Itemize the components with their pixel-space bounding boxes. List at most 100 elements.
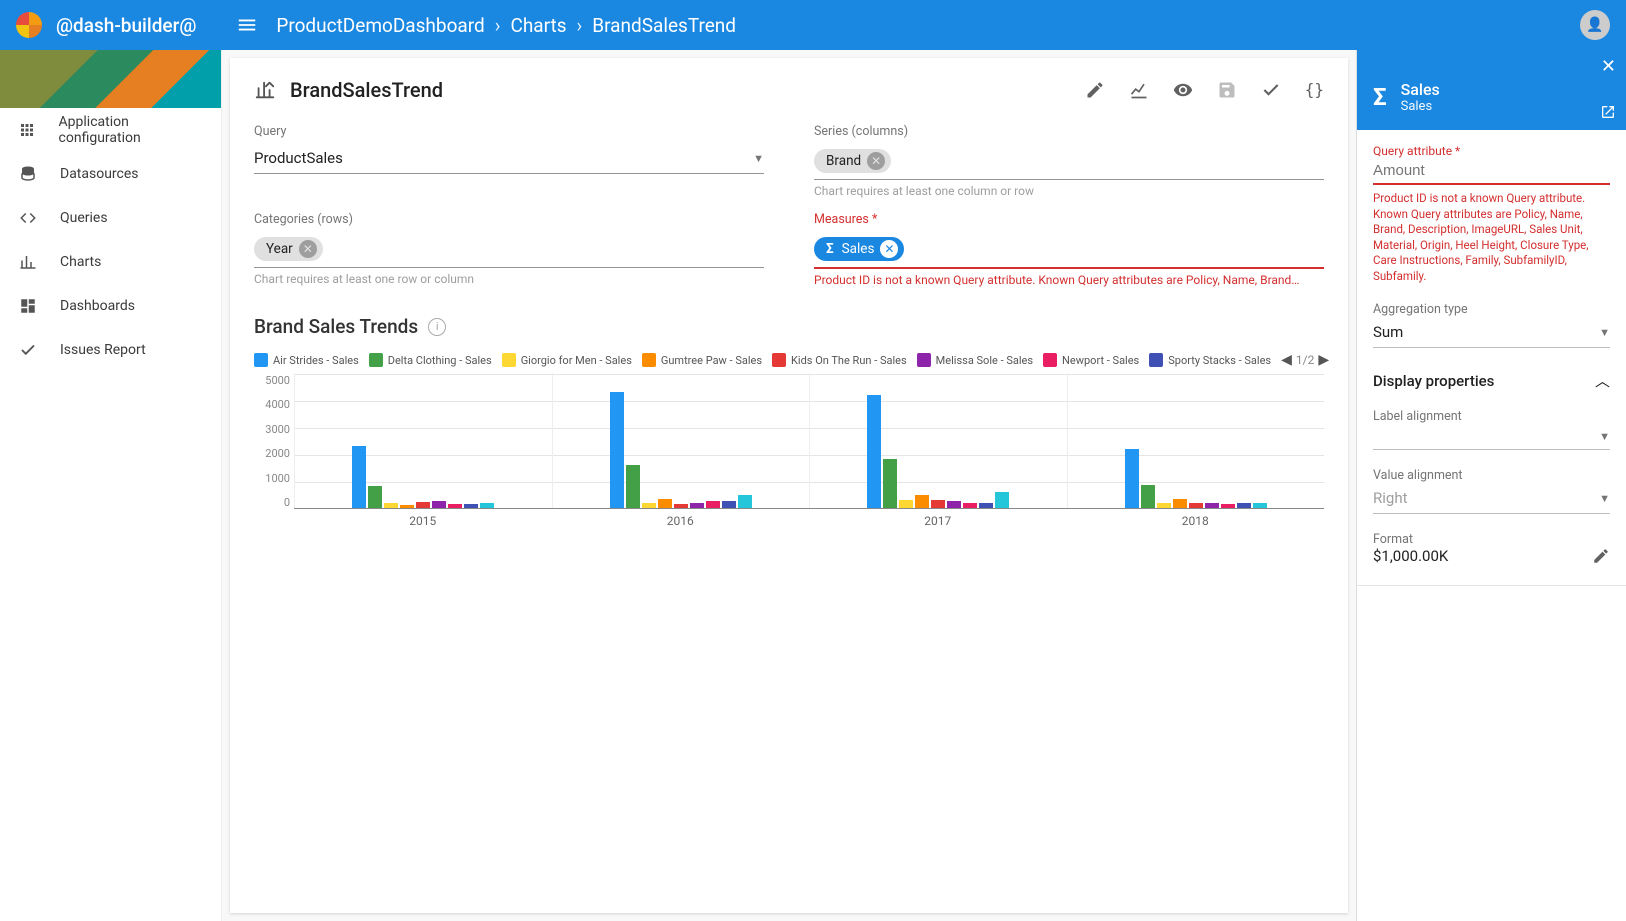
aggregation-select[interactable]: Sum ▼ bbox=[1373, 317, 1610, 348]
card-title: BrandSalesTrend bbox=[290, 78, 443, 102]
check-icon bbox=[18, 341, 38, 359]
bar[interactable] bbox=[352, 446, 366, 508]
bar[interactable] bbox=[1253, 503, 1267, 508]
json-button[interactable]: {} bbox=[1305, 80, 1324, 100]
chip-label: Sales bbox=[842, 241, 875, 257]
bar[interactable] bbox=[448, 504, 462, 508]
legend-item[interactable]: Giorgio for Men - Sales bbox=[502, 353, 632, 367]
measures-label: Measures bbox=[814, 212, 1324, 227]
remove-chip-icon[interactable]: ✕ bbox=[867, 152, 885, 170]
bar-chart-icon bbox=[254, 79, 276, 101]
display-properties-toggle[interactable]: Display properties ︿ bbox=[1373, 370, 1610, 391]
avatar[interactable]: 👤 bbox=[1580, 10, 1610, 40]
chevron-down-icon: ▼ bbox=[753, 152, 764, 165]
bar[interactable] bbox=[867, 395, 881, 508]
breadcrumb-leaf[interactable]: BrandSalesTrend bbox=[592, 14, 736, 37]
bar[interactable] bbox=[1189, 503, 1203, 508]
bar[interactable] bbox=[464, 504, 478, 508]
bar[interactable] bbox=[432, 501, 446, 508]
query-attr-input[interactable] bbox=[1373, 158, 1610, 185]
bar[interactable] bbox=[1221, 504, 1235, 508]
bar[interactable] bbox=[1125, 449, 1139, 508]
bar[interactable] bbox=[995, 492, 1009, 508]
value-align-label: Value alignment bbox=[1373, 468, 1610, 483]
bar[interactable] bbox=[610, 392, 624, 508]
edit-format-icon[interactable] bbox=[1592, 547, 1610, 565]
preview-button[interactable] bbox=[1173, 80, 1193, 100]
chart-editor-card: BrandSalesTrend {} Query ProductSales ▼ … bbox=[230, 58, 1348, 913]
legend-item[interactable]: Sporty Stacks - Sales bbox=[1149, 353, 1271, 367]
sidebar-item-dashboards[interactable]: Dashboards bbox=[0, 284, 221, 328]
legend-item[interactable]: Delta Clothing - Sales bbox=[369, 353, 492, 367]
legend-item[interactable]: Melissa Sole - Sales bbox=[917, 353, 1033, 367]
pager-prev-icon[interactable]: ◀ bbox=[1281, 352, 1292, 368]
open-external-icon[interactable] bbox=[1600, 104, 1616, 120]
chart-plot: 500040003000200010000 2015201620172018 bbox=[294, 374, 1324, 554]
bar[interactable] bbox=[368, 486, 382, 508]
breadcrumb-root[interactable]: ProductDemoDashboard bbox=[276, 14, 484, 37]
bar[interactable] bbox=[899, 500, 913, 508]
bar[interactable] bbox=[1157, 503, 1171, 508]
bar[interactable] bbox=[931, 500, 945, 508]
bar[interactable] bbox=[1141, 485, 1155, 508]
bar[interactable] bbox=[738, 495, 752, 509]
bar[interactable] bbox=[674, 504, 688, 508]
sidebar-banner bbox=[0, 50, 221, 108]
label-align-select[interactable]: ▼ bbox=[1373, 424, 1610, 450]
bar[interactable] bbox=[979, 503, 993, 508]
bar[interactable] bbox=[947, 501, 961, 508]
series-chip[interactable]: Brand ✕ bbox=[814, 149, 891, 173]
query-select[interactable]: ProductSales ▼ bbox=[254, 143, 764, 174]
close-panel-icon[interactable]: ✕ bbox=[1601, 56, 1616, 77]
bar[interactable] bbox=[416, 502, 430, 508]
bar[interactable] bbox=[642, 503, 656, 508]
info-icon[interactable]: i bbox=[428, 318, 446, 336]
value-align-select[interactable]: Right ▼ bbox=[1373, 483, 1610, 514]
bar[interactable] bbox=[626, 465, 640, 508]
remove-chip-icon[interactable]: ✕ bbox=[299, 240, 317, 258]
validate-button[interactable] bbox=[1261, 80, 1281, 100]
bar[interactable] bbox=[1173, 499, 1187, 508]
divider bbox=[1357, 585, 1626, 586]
dashboard-icon bbox=[18, 297, 38, 315]
legend-item[interactable]: Air Strides - Sales bbox=[254, 353, 359, 367]
save-button bbox=[1217, 80, 1237, 100]
categories-field[interactable]: Year ✕ bbox=[254, 231, 764, 268]
sidebar-item-app-config[interactable]: Application configuration bbox=[0, 108, 221, 152]
remove-chip-icon[interactable]: ✕ bbox=[880, 240, 898, 258]
legend-item[interactable]: Kids On The Run - Sales bbox=[772, 353, 907, 367]
section-header-label: Display properties bbox=[1373, 372, 1494, 390]
measures-chip[interactable]: Σ Sales ✕ bbox=[814, 237, 904, 261]
legend-swatch bbox=[502, 353, 516, 367]
chevron-right-icon: › bbox=[495, 14, 501, 37]
menu-icon[interactable] bbox=[236, 14, 258, 36]
legend-item[interactable]: Newport - Sales bbox=[1043, 353, 1139, 367]
bar[interactable] bbox=[883, 459, 897, 508]
bar[interactable] bbox=[480, 503, 494, 508]
sidebar-item-charts[interactable]: Charts bbox=[0, 240, 221, 284]
sidebar-item-issues[interactable]: Issues Report bbox=[0, 328, 221, 372]
bar[interactable] bbox=[658, 499, 672, 508]
sidebar-item-datasources[interactable]: Datasources bbox=[0, 152, 221, 196]
legend-label: Newport - Sales bbox=[1062, 354, 1139, 367]
bar[interactable] bbox=[690, 503, 704, 508]
sidebar-item-queries[interactable]: Queries bbox=[0, 196, 221, 240]
bar[interactable] bbox=[963, 503, 977, 508]
bar[interactable] bbox=[384, 503, 398, 508]
bar[interactable] bbox=[1237, 503, 1251, 508]
pager-next-icon[interactable]: ▶ bbox=[1318, 352, 1329, 368]
chevron-down-icon: ▼ bbox=[1599, 326, 1610, 339]
bar[interactable] bbox=[915, 495, 929, 509]
categories-chip[interactable]: Year ✕ bbox=[254, 237, 323, 261]
series-field[interactable]: Brand ✕ bbox=[814, 143, 1324, 180]
edit-button[interactable] bbox=[1085, 80, 1105, 100]
bar[interactable] bbox=[706, 501, 720, 508]
breadcrumb-section[interactable]: Charts bbox=[510, 14, 566, 37]
legend-label: Giorgio for Men - Sales bbox=[521, 354, 632, 367]
bar[interactable] bbox=[1205, 503, 1219, 508]
line-chart-button[interactable] bbox=[1129, 80, 1149, 100]
measures-field[interactable]: Σ Sales ✕ bbox=[814, 231, 1324, 269]
bar[interactable] bbox=[400, 505, 414, 508]
legend-item[interactable]: Gumtree Paw - Sales bbox=[642, 353, 762, 367]
bar[interactable] bbox=[722, 501, 736, 508]
